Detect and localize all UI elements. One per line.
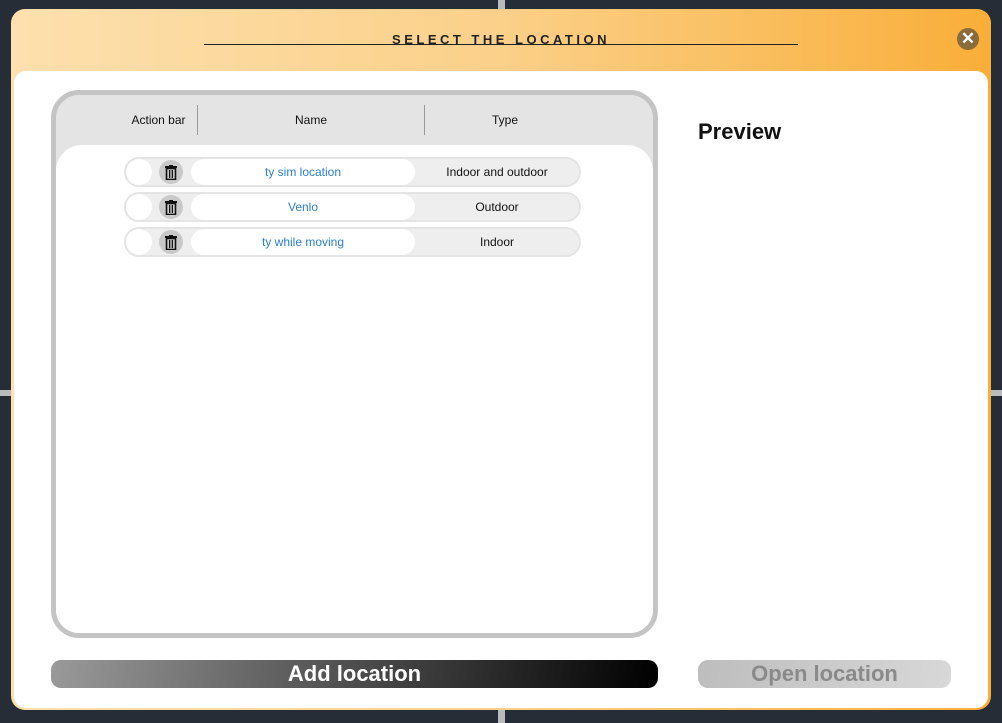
dialog-title-text: SELECT THE LOCATION bbox=[392, 32, 610, 47]
header-action-bar: Action bar bbox=[131, 113, 186, 127]
select-location-dialog: SELECT THE LOCATION ✕ Action bar Name Ty… bbox=[11, 9, 991, 710]
trash-icon[interactable] bbox=[159, 230, 183, 254]
row-select-checkbox[interactable] bbox=[126, 159, 152, 185]
trash-icon[interactable] bbox=[159, 160, 183, 184]
dialog-body: Action bar Name Type ty sim location Ind… bbox=[14, 71, 988, 708]
location-name[interactable]: Venlo bbox=[191, 194, 415, 220]
preview-title: Preview bbox=[698, 119, 782, 144]
row-select-checkbox[interactable] bbox=[126, 194, 152, 220]
location-type: Indoor bbox=[479, 235, 515, 249]
location-type: Indoor and outdoor bbox=[446, 165, 548, 179]
trash-icon[interactable] bbox=[159, 195, 183, 219]
open-location-button[interactable]: Open location bbox=[698, 660, 951, 688]
locations-table: Action bar Name Type ty sim location Ind… bbox=[51, 90, 658, 638]
table-body: ty sim location Indoor and outdoor Venlo… bbox=[56, 145, 653, 633]
location-type: Outdoor bbox=[475, 200, 519, 214]
header-type: Type bbox=[491, 113, 518, 127]
add-location-button[interactable]: Add location bbox=[51, 660, 658, 688]
dialog-title: SELECT THE LOCATION bbox=[204, 31, 798, 47]
table-header: Action bar Name Type bbox=[56, 95, 653, 145]
table-row[interactable]: ty while moving Indoor bbox=[124, 227, 581, 257]
close-icon[interactable]: ✕ bbox=[957, 28, 979, 50]
location-name[interactable]: ty sim location bbox=[191, 159, 415, 185]
location-name[interactable]: ty while moving bbox=[191, 229, 415, 255]
header-name: Name bbox=[294, 113, 327, 127]
table-row[interactable]: Venlo Outdoor bbox=[124, 192, 581, 222]
table-row[interactable]: ty sim location Indoor and outdoor bbox=[124, 157, 581, 187]
row-select-checkbox[interactable] bbox=[126, 229, 152, 255]
